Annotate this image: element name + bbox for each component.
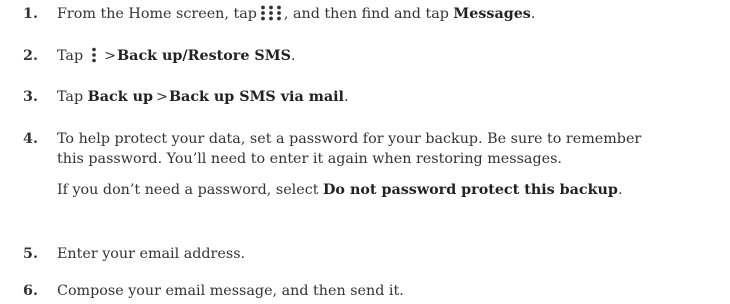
step-text: Tap Back up >Back up SMS via mail. <box>57 89 349 105</box>
step-text: To help protect your data, set a passwor… <box>57 129 729 200</box>
overflow-menu-icon <box>91 47 97 69</box>
step-number: 1. <box>23 6 38 22</box>
step-text: Enter your email address. <box>57 246 246 262</box>
step-text: Compose your email message, and then sen… <box>57 283 404 299</box>
step-number: 2. <box>23 48 38 64</box>
instructions-list: 1. From the Home screen, tap, and then f… <box>0 0 730 304</box>
step-note: If you don’t need a password, select Do … <box>57 182 623 198</box>
step-text: Tap >Back up/Restore SMS. <box>57 46 729 69</box>
step-number: 4. <box>23 131 38 147</box>
step-number: 6. <box>23 283 38 299</box>
step-number: 3. <box>23 89 38 105</box>
step-number: 5. <box>23 246 38 262</box>
step-text: From the Home screen, tap, and then find… <box>57 4 729 27</box>
apps-grid-icon <box>260 5 282 27</box>
